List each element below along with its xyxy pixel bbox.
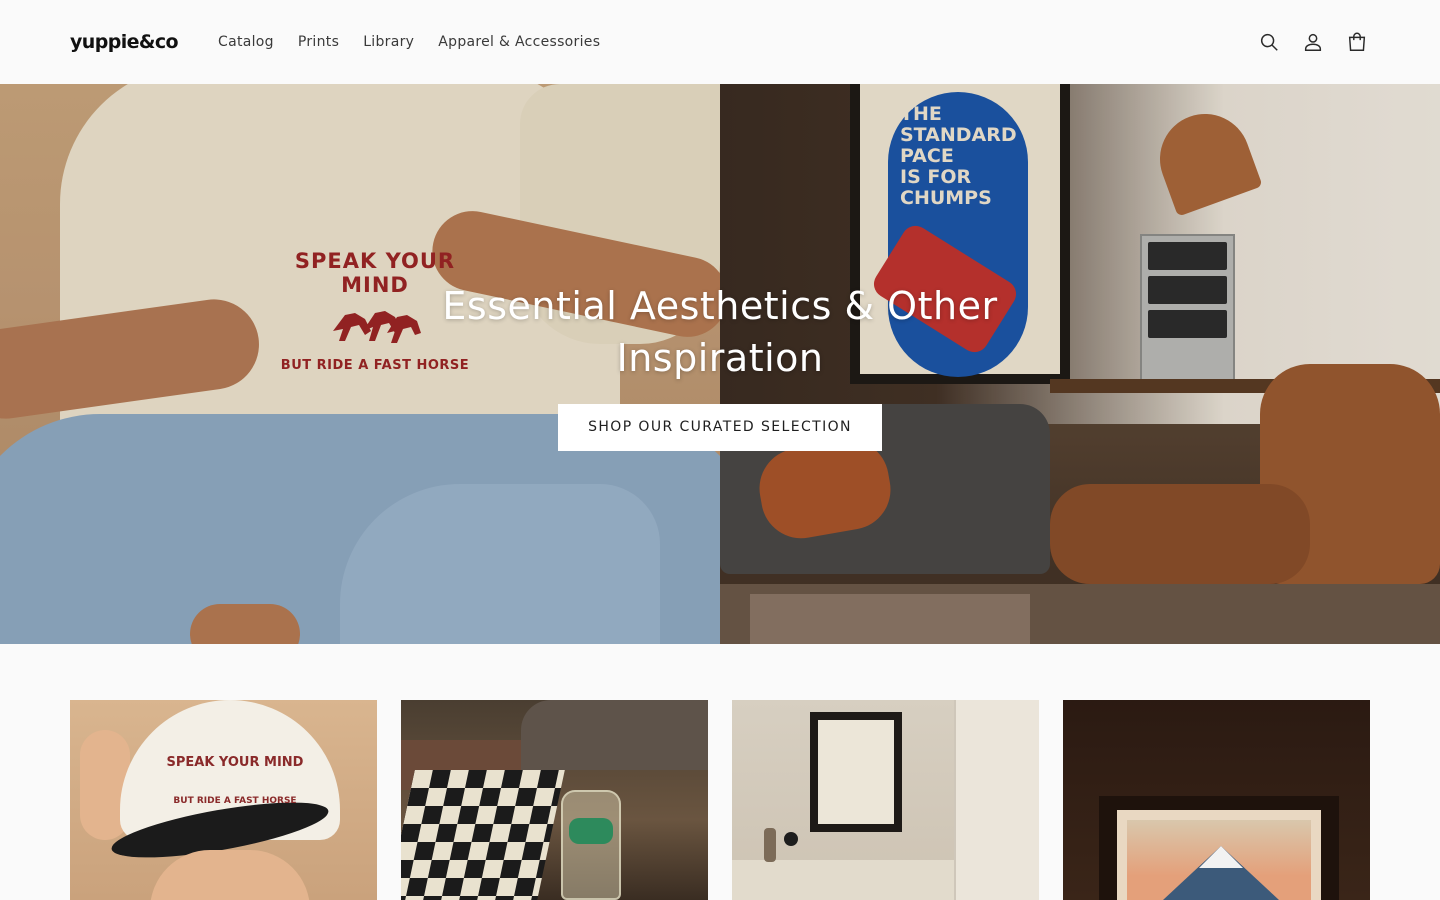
- shop-curated-button[interactable]: SHOP OUR CURATED SELECTION: [558, 404, 882, 451]
- match-jar: [561, 790, 621, 900]
- hero-content: Essential Aesthetics & Other Inspiration…: [0, 280, 1440, 451]
- cap-print: SPEAK YOUR MIND BUT RIDE A FAST HORSE: [166, 755, 304, 806]
- brand-logo[interactable]: yuppie&co: [70, 31, 179, 53]
- nav-item-apparel-accessories[interactable]: Apparel & Accessories: [426, 34, 612, 50]
- header-icons: [1256, 29, 1370, 55]
- hero-title: Essential Aesthetics & Other Inspiration: [442, 284, 998, 380]
- site-header: yuppie&co Catalog Prints Library Apparel…: [0, 0, 1440, 84]
- nav-item-prints[interactable]: Prints: [286, 34, 351, 50]
- main-nav: Catalog Prints Library Apparel & Accesso…: [218, 34, 612, 50]
- hero-banner: SPEAK YOUR MIND BUT RIDE A FAST HORSE TH…: [0, 84, 1440, 644]
- product-card-matches[interactable]: [401, 700, 708, 900]
- bag-icon[interactable]: [1344, 29, 1370, 55]
- user-icon[interactable]: [1300, 29, 1326, 55]
- product-card-cap[interactable]: SPEAK YOUR MIND BUT RIDE A FAST HORSE: [70, 700, 377, 900]
- search-icon[interactable]: [1256, 29, 1282, 55]
- nav-item-catalog[interactable]: Catalog: [218, 34, 286, 50]
- collection-grid: SPEAK YOUR MIND BUT RIDE A FAST HORSE: [70, 700, 1370, 900]
- nav-item-library[interactable]: Library: [351, 34, 426, 50]
- product-card-gallery-frame[interactable]: [732, 700, 1039, 900]
- product-card-fuji-print[interactable]: [1063, 700, 1370, 900]
